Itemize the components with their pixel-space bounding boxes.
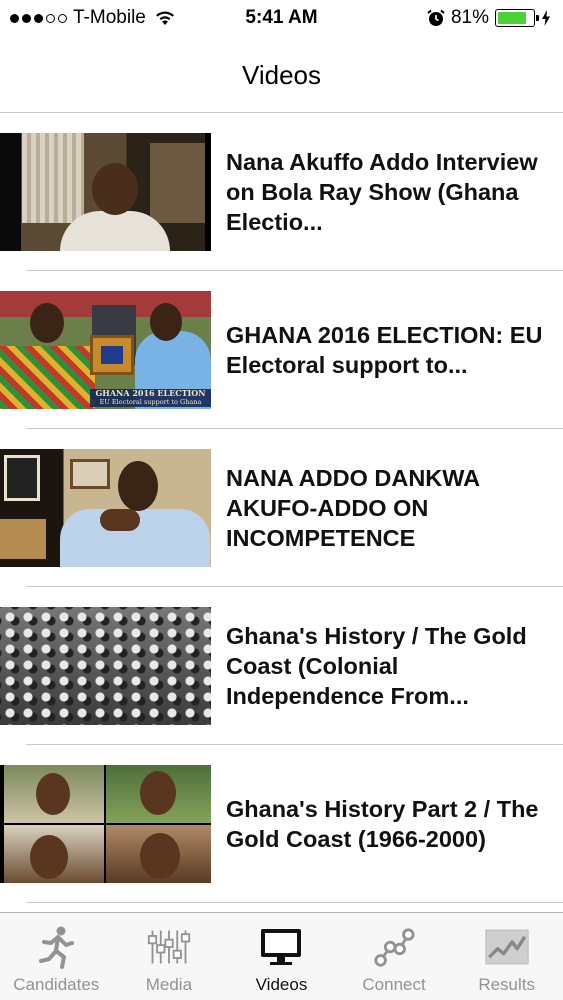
alarm-clock-icon — [427, 9, 445, 26]
tab-media[interactable]: Media — [113, 913, 226, 1000]
video-thumbnail: GHANA 2016 ELECTION EU Electoral support… — [0, 291, 211, 409]
tab-bar: Candidates Media Videos Connect Results — [0, 912, 563, 1000]
thumbnail-caption: GHANA 2016 ELECTION EU Electoral support… — [90, 389, 211, 407]
video-title: Ghana's History / The Gold Coast (Coloni… — [226, 623, 527, 709]
connect-icon — [372, 925, 416, 969]
page-title: Videos — [241, 59, 322, 90]
video-row[interactable]: Ghana's History / The Gold Coast (Coloni… — [0, 587, 563, 745]
tab-label: Candidates — [13, 975, 100, 994]
video-thumbnail — [0, 133, 211, 251]
video-row[interactable]: Nana Akuffo Addo Interview on Bola Ray S… — [0, 113, 563, 271]
video-title: NANA ADDO DANKWA AKUFO-ADDO ON INCOMPETE… — [226, 465, 480, 551]
tab-label: Videos — [255, 975, 308, 994]
battery-icon — [495, 9, 539, 27]
video-row[interactable]: NANA ADDO DANKWA AKUFO-ADDO ON INCOMPETE… — [0, 429, 563, 587]
status-right: 81% — [427, 7, 551, 29]
video-row[interactable]: Ghana's History Part 2 / The Gold Coast … — [0, 745, 563, 903]
video-thumbnail — [0, 449, 211, 567]
runner-icon — [34, 925, 78, 969]
monitor-icon — [259, 925, 303, 969]
tab-videos[interactable]: Videos — [225, 913, 338, 1000]
tab-label: Connect — [362, 975, 426, 994]
video-title: GHANA 2016 ELECTION: EU Electoral suppor… — [226, 322, 543, 378]
screen: T-Mobile 5:41 AM 81% Videos Nana Akuffo … — [0, 0, 563, 1000]
tab-label: Media — [145, 975, 193, 994]
tab-connect[interactable]: Connect — [338, 913, 451, 1000]
eu-flag-plaque — [90, 335, 134, 375]
navigation-bar: Videos — [0, 38, 563, 113]
video-row[interactable]: GHANA 2016 ELECTION EU Electoral support… — [0, 271, 563, 429]
chart-icon — [485, 925, 529, 969]
tab-candidates[interactable]: Candidates — [0, 913, 113, 1000]
video-title: Nana Akuffo Addo Interview on Bola Ray S… — [226, 149, 538, 235]
tab-label: Results — [478, 975, 536, 994]
video-thumbnail — [0, 607, 211, 725]
video-list[interactable]: Nana Akuffo Addo Interview on Bola Ray S… — [0, 113, 563, 903]
battery-percent: 81% — [450, 7, 489, 28]
video-title: Ghana's History Part 2 / The Gold Coast … — [226, 796, 539, 852]
battery-level-fill — [498, 12, 526, 24]
sliders-icon — [147, 925, 191, 969]
video-thumbnail — [0, 765, 211, 883]
tab-results[interactable]: Results — [450, 913, 563, 1000]
status-bar: T-Mobile 5:41 AM 81% — [0, 0, 563, 38]
charging-bolt-icon — [542, 10, 550, 26]
